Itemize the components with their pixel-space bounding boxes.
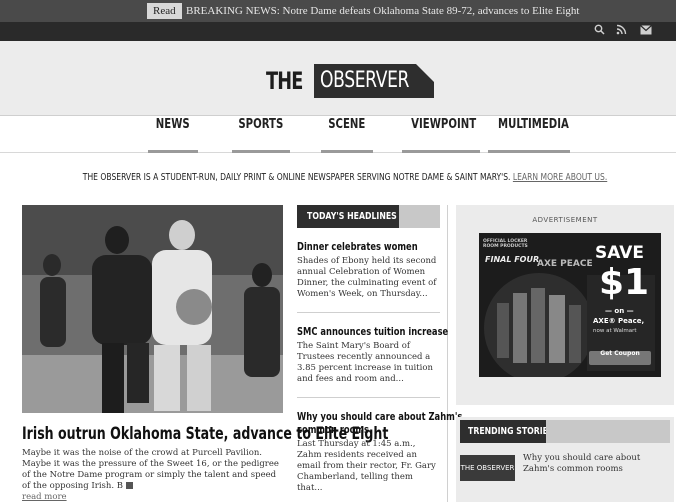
- feature-photo[interactable]: [22, 205, 283, 413]
- headline-title: Why you should care about Zahm's common …: [297, 410, 463, 436]
- logo-the: THE: [266, 67, 303, 95]
- headline-summary: Last Thursday at 1:45 a.m., Zahm residen…: [297, 439, 436, 493]
- get-coupon-button[interactable]: Get Coupon: [591, 350, 649, 357]
- image-icon: [125, 482, 133, 489]
- feature-summary-text: Maybe it was the noise of the crowd at P…: [22, 448, 279, 491]
- main-nav: NEWS SPORTS SCENE VIEWPOINT MULTIMEDIA: [0, 117, 676, 153]
- section-label-trending: TRENDING STORIES: [460, 420, 554, 443]
- headline-title: Dinner celebrates women: [297, 240, 418, 253]
- read-more-link[interactable]: read more: [22, 492, 67, 502]
- headline-item[interactable]: SMC announces tuition increase The Saint…: [297, 325, 449, 385]
- nav-item-viewpoint[interactable]: VIEWPOINT: [402, 117, 480, 153]
- ad-final-four: FINAL FOUR: [485, 255, 540, 264]
- search-icon[interactable]: [592, 24, 607, 39]
- nav-item-sports[interactable]: SPORTS: [232, 117, 290, 153]
- mail-icon[interactable]: [638, 24, 653, 39]
- todays-headlines: TODAY'S HEADLINES Dinner celebrates wome…: [297, 205, 463, 494]
- ad-product: AXE® Peace,: [593, 317, 645, 325]
- divider: [297, 312, 440, 313]
- trending-stories: TRENDING STORIES THE OBSERVER Why you sh…: [456, 417, 674, 502]
- column-divider: [447, 205, 448, 502]
- ad-on: — on —: [605, 307, 634, 315]
- nav-item-multimedia[interactable]: MULTIMEDIA: [488, 117, 570, 153]
- headline-item[interactable]: Dinner celebrates women Shades of Ebony …: [297, 240, 440, 300]
- breaking-news-text[interactable]: BREAKING NEWS: Notre Dame defeats Oklaho…: [186, 3, 579, 19]
- ad-store: now at Walmart: [593, 328, 637, 334]
- trending-item-link[interactable]: Why you should care about Zahm's common …: [523, 453, 663, 475]
- nav-item-scene[interactable]: SCENE: [321, 117, 373, 153]
- headline-summary: The Saint Mary's Board of Trustees recen…: [297, 341, 433, 384]
- rss-icon[interactable]: [614, 24, 629, 39]
- learn-more-link[interactable]: LEARN MORE ABOUT US.: [513, 172, 607, 183]
- ad-banner[interactable]: OFFICIAL LOCKER ROOM PRODUCTS FINAL FOUR…: [479, 233, 661, 377]
- section-label-accent: [546, 420, 670, 443]
- headline-title: SMC announces tuition increase: [297, 325, 449, 338]
- breaking-news-bar: Read BREAKING NEWS: Notre Dame defeats O…: [0, 0, 676, 22]
- read-button[interactable]: Read: [147, 3, 182, 19]
- headline-summary: Shades of Ebony held its second annual C…: [297, 256, 437, 299]
- utility-bar: [0, 22, 676, 41]
- site-tagline: THE OBSERVER IS A STUDENT-RUN, DAILY PRI…: [0, 172, 676, 183]
- ad-save: SAVE: [595, 243, 645, 263]
- ad-label: ADVERTISEMENT: [532, 216, 598, 224]
- ad-amount: $1: [599, 262, 650, 303]
- section-label-headlines: TODAY'S HEADLINES: [297, 205, 399, 228]
- tagline-text: THE OBSERVER IS A STUDENT-RUN, DAILY PRI…: [82, 172, 511, 183]
- divider: [297, 397, 440, 398]
- ad-brand: AXE PEACE: [537, 259, 593, 269]
- trending-thumbnail[interactable]: THE OBSERVER: [460, 455, 515, 481]
- section-label-accent: [399, 205, 440, 228]
- advertisement-panel: ADVERTISEMENT OFFICIAL LOCKER ROOM PRODU…: [456, 205, 674, 405]
- headline-item[interactable]: Why you should care about Zahm's common …: [297, 410, 463, 494]
- ad-badge-text: OFFICIAL LOCKER ROOM PRODUCTS: [483, 239, 528, 249]
- nav-item-news[interactable]: NEWS: [148, 117, 198, 153]
- feature-summary: Maybe it was the noise of the crowd at P…: [22, 448, 284, 502]
- site-logo[interactable]: THE OBSERVER: [266, 61, 434, 101]
- feature-headline[interactable]: Irish outrun Oklahoma State, advance to …: [22, 424, 388, 444]
- masthead: THE OBSERVER: [0, 41, 676, 116]
- logo-observer: OBSERVER: [314, 64, 434, 98]
